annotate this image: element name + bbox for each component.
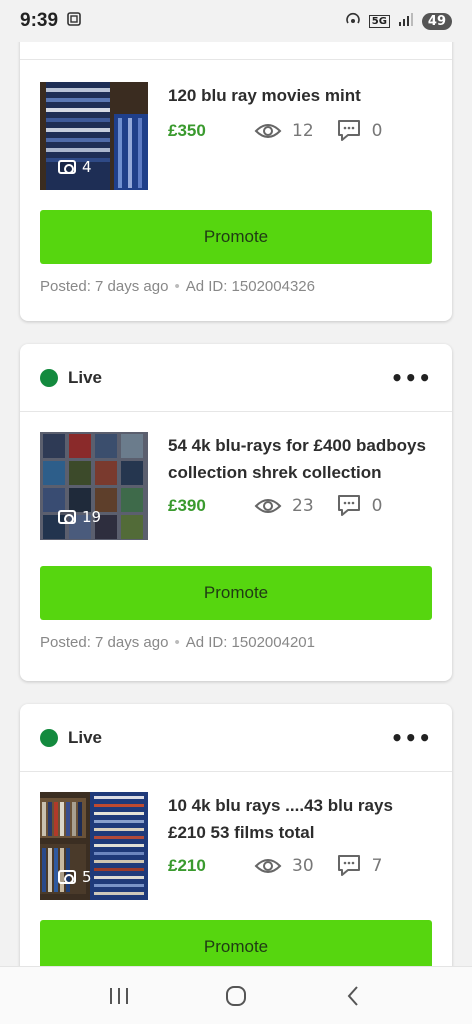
- status-label: Live: [68, 367, 103, 387]
- back-button[interactable]: [333, 981, 373, 1011]
- bluray-stack-image: [40, 82, 148, 190]
- listing-price: £210: [168, 856, 206, 875]
- chat-bubble-icon: [337, 495, 360, 516]
- ad-id: Ad ID: 1502004326: [185, 278, 315, 295]
- clock: 9:39: [20, 10, 59, 31]
- home-icon: [225, 985, 246, 1006]
- messages-stat: 0: [336, 119, 382, 143]
- listing-title[interactable]: 120 blu ray movies mint: [168, 82, 432, 109]
- camera-icon: [58, 870, 76, 884]
- hotspot-icon: [345, 11, 361, 31]
- promote-button[interactable]: Promote: [40, 210, 432, 264]
- home-button[interactable]: [216, 981, 256, 1011]
- promote-button[interactable]: Promote: [40, 566, 432, 620]
- chat-bubble-icon: [337, 855, 360, 876]
- posted-date: Posted: 7 days ago: [40, 634, 169, 651]
- listing-meta: Posted: 7 days ago • Ad ID: 1502004326: [40, 278, 315, 295]
- camera-icon: [58, 160, 76, 174]
- status-bar: 9:39 5G 49: [0, 0, 472, 42]
- listing-price: £390: [168, 496, 206, 515]
- listing-card: Live ••• 5 10 4k blu rays ....43 blu ray…: [20, 704, 452, 966]
- back-chevron-icon: [347, 985, 359, 1006]
- messages-stat: 0: [336, 494, 382, 518]
- photo-count: 4: [58, 158, 92, 176]
- listing-price: £350: [168, 121, 206, 140]
- listings-scroll[interactable]: 4 120 blu ray movies mint £350 12 0 Prom…: [0, 0, 472, 966]
- photo-count: 5: [58, 868, 92, 886]
- live-status-dot: [40, 728, 58, 747]
- eye-icon: [254, 499, 282, 513]
- views-stat: 23: [254, 496, 314, 516]
- views-stat: 30: [254, 856, 314, 876]
- signal-icon: [398, 12, 414, 30]
- screenshot-icon: [66, 11, 82, 31]
- status-label: Live: [68, 727, 103, 747]
- battery-level: 49: [421, 12, 452, 30]
- network-type: 5G: [368, 14, 390, 28]
- views-stat: 12: [254, 121, 314, 141]
- recent-apps-button[interactable]: [99, 981, 139, 1011]
- card-header: Live •••: [20, 704, 452, 772]
- listing-title[interactable]: 10 4k blu rays ....43 blu rays £210 53 f…: [168, 792, 432, 846]
- photo-count: 19: [58, 508, 101, 526]
- posted-date: Posted: 7 days ago: [40, 278, 169, 295]
- listing-thumbnail[interactable]: 19: [40, 432, 148, 540]
- live-status-dot: [40, 368, 58, 387]
- more-options-icon[interactable]: •••: [391, 366, 432, 390]
- messages-stat: 7: [336, 854, 382, 878]
- listing-title[interactable]: 54 4k blu-rays for £400 badboys collecti…: [168, 432, 432, 486]
- listing-thumbnail[interactable]: 4: [40, 82, 148, 190]
- recents-icon: [109, 987, 128, 1004]
- chat-bubble-icon: [337, 120, 360, 141]
- listing-thumbnail[interactable]: 5: [40, 792, 148, 900]
- listing-meta: Posted: 7 days ago • Ad ID: 1502004201: [40, 634, 315, 651]
- camera-icon: [58, 510, 76, 524]
- eye-icon: [254, 859, 282, 873]
- system-nav-bar: [0, 966, 472, 1024]
- more-options-icon[interactable]: •••: [391, 726, 432, 750]
- eye-icon: [254, 124, 282, 138]
- ad-id: Ad ID: 1502004201: [185, 634, 315, 651]
- listing-card: 4 120 blu ray movies mint £350 12 0 Prom…: [20, 0, 452, 321]
- listing-card: Live ••• 19 54 4k blu-rays for £400 badb…: [20, 344, 452, 681]
- bluray-shelf-image: [40, 792, 148, 900]
- promote-button[interactable]: Promote: [40, 920, 432, 966]
- card-header: Live •••: [20, 344, 452, 412]
- status-icons: 5G 49: [345, 11, 452, 31]
